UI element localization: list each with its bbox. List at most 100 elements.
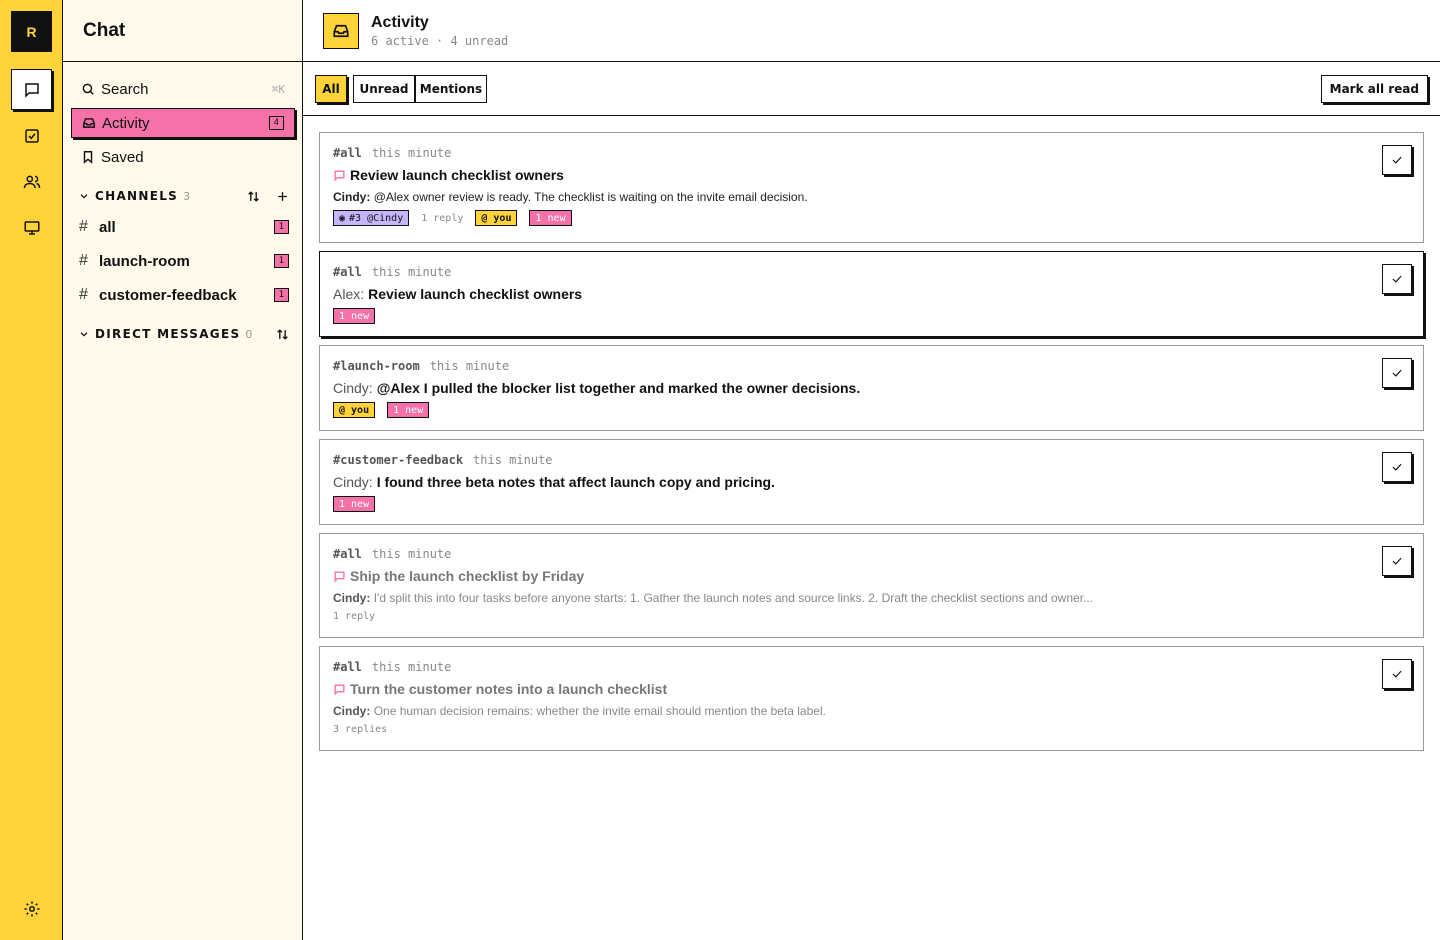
tasks-nav-button[interactable]: [11, 115, 52, 156]
channels-header-label: CHANNELS: [95, 189, 179, 203]
channel-unread-badge: 1: [273, 220, 289, 234]
mark-read-button[interactable]: [1382, 358, 1412, 388]
item-body: @Alex owner review is ready. The checkli…: [373, 190, 808, 204]
item-title: Review launch checklist owners: [350, 167, 564, 183]
bookmark-icon: [83, 151, 93, 164]
item-channel: #all: [333, 146, 362, 160]
item-author: Alex:: [333, 286, 365, 302]
item-title: @Alex I pulled the blocker list together…: [376, 380, 861, 396]
mark-read-button[interactable]: [1382, 264, 1412, 294]
activity-count-badge: 4: [268, 116, 284, 130]
new-tag: 1 new: [333, 496, 376, 512]
check-icon: [1392, 557, 1402, 565]
search-shortcut: ⌘K: [271, 82, 285, 96]
dm-section-header[interactable]: DIRECT MESSAGES 0: [79, 324, 289, 344]
body-author: Cindy:: [333, 190, 371, 204]
inbox-icon: [333, 24, 349, 38]
channels-count: 3: [183, 189, 192, 203]
dm-count: 0: [245, 327, 254, 341]
mark-read-button[interactable]: [1382, 659, 1412, 689]
body-author: Cindy:: [333, 704, 371, 718]
hash-icon: #: [79, 218, 88, 235]
chevron-down-icon: [80, 194, 88, 199]
search-label: Search: [101, 80, 149, 98]
check-icon: [1392, 369, 1402, 377]
mention-tag: @ you: [333, 402, 376, 418]
sort-icon[interactable]: [276, 328, 289, 341]
sidebar-title: Chat: [63, 0, 302, 62]
new-tag: 1 new: [529, 210, 572, 226]
filter-mentions-button[interactable]: Mentions: [415, 75, 487, 103]
reply-count[interactable]: 1 reply: [333, 611, 375, 622]
activity-item[interactable]: #launch-room this minute Cindy: @Alex I pu…: [319, 345, 1424, 431]
chevron-down-icon: [80, 332, 88, 337]
item-title: Turn the customer notes into a launch ch…: [350, 681, 668, 697]
item-time: this minute: [429, 359, 510, 373]
watch-tag[interactable]: ◉ #3 @Cindy: [333, 210, 410, 226]
mark-all-read-button[interactable]: Mark all read: [1320, 75, 1428, 103]
item-channel: #all: [333, 660, 362, 674]
activity-header-icon: [323, 13, 359, 49]
item-body: I'd split this into four tasks before an…: [373, 591, 1094, 605]
activity-item[interactable]: #all this minute Turn the customer notes …: [319, 646, 1424, 751]
people-icon: [23, 175, 40, 188]
item-title: I found three beta notes that affect lau…: [376, 474, 775, 490]
settings-button[interactable]: [11, 888, 52, 929]
monitor-nav-button[interactable]: [11, 207, 52, 248]
channel-name: customer-feedback: [99, 286, 237, 304]
chat-icon: [24, 82, 39, 98]
saved-label: Saved: [101, 148, 144, 166]
reply-count[interactable]: 3 replies: [333, 724, 387, 735]
item-author: Cindy:: [333, 380, 373, 396]
channels-section-header[interactable]: CHANNELS 3: [79, 186, 289, 206]
new-tag: 1 new: [387, 402, 430, 418]
new-tag: 1 new: [333, 308, 376, 324]
people-nav-button[interactable]: [11, 161, 52, 202]
monitor-icon: [24, 220, 39, 235]
sort-icon[interactable]: [247, 190, 260, 203]
item-title: Review launch checklist owners: [368, 286, 583, 302]
sidebar-item-channel-all[interactable]: # all 1: [79, 212, 289, 242]
item-title: Ship the launch checklist by Friday: [350, 568, 585, 584]
activity-item[interactable]: #all this minute Review launch checklist …: [319, 132, 1424, 243]
inbox-icon: [83, 118, 95, 128]
activity-item[interactable]: #customer-feedback this minute Cindy: I fo…: [319, 439, 1424, 525]
mark-read-button[interactable]: [1382, 145, 1412, 175]
filter-bar: All Unread Mentions Mark all read: [303, 62, 1440, 116]
activity-item[interactable]: #all this minute Alex: Review launch check…: [319, 251, 1424, 337]
search-button[interactable]: Search ⌘K: [71, 74, 295, 104]
chat-nav-button[interactable]: [11, 69, 52, 110]
filter-all-button[interactable]: All: [315, 75, 347, 103]
workspace-logo[interactable]: R: [11, 11, 52, 52]
check-icon: [1392, 670, 1402, 678]
item-time: this minute: [371, 265, 452, 279]
item-time: this minute: [371, 146, 452, 160]
sidebar-item-channel-launch-room[interactable]: # launch-room 1: [79, 246, 289, 276]
sidebar: Chat Search ⌘K Activity 4 Saved CHANNELS…: [63, 0, 303, 940]
item-channel: #customer-feedback: [333, 453, 464, 467]
gear-icon: [24, 901, 39, 916]
sidebar-item-channel-customer-feedback[interactable]: # customer-feedback 1: [79, 280, 289, 310]
item-channel: #all: [333, 547, 362, 561]
thread-icon: [334, 169, 345, 181]
app-rail: R: [0, 0, 63, 940]
dm-header-label: DIRECT MESSAGES: [95, 327, 241, 341]
mention-tag: @ you: [475, 210, 518, 226]
main-panel: Activity 6 active · 4 unread All Unread …: [303, 0, 1440, 940]
sidebar-item-saved[interactable]: Saved: [71, 142, 295, 172]
sidebar-item-activity[interactable]: Activity 4: [71, 108, 295, 138]
body-author: Cindy:: [333, 591, 371, 605]
activity-label: Activity: [102, 114, 150, 132]
task-icon: [24, 128, 39, 143]
reply-count[interactable]: 1 reply: [421, 213, 463, 224]
activity-item[interactable]: #all this minute Ship the launch checklis…: [319, 533, 1424, 638]
mark-read-button[interactable]: [1382, 546, 1412, 576]
item-body: One human decision remains: whether the …: [373, 704, 826, 718]
add-channel-icon[interactable]: [276, 190, 289, 203]
item-channel: #all: [333, 265, 362, 279]
mark-read-button[interactable]: [1382, 452, 1412, 482]
search-icon: [82, 83, 94, 95]
filter-unread-button[interactable]: Unread: [353, 75, 415, 103]
check-icon: [1392, 463, 1402, 471]
hash-icon: #: [79, 252, 88, 269]
